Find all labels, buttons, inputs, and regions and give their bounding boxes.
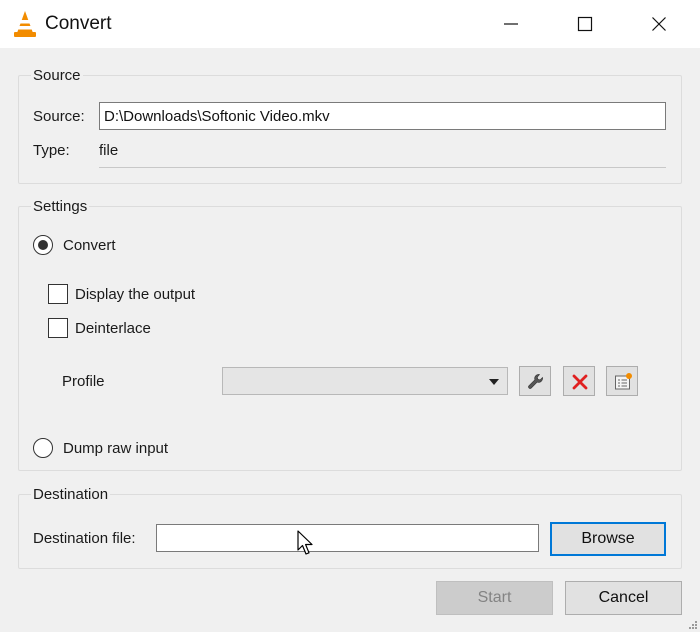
type-value: file xyxy=(99,142,119,159)
type-label: Type: xyxy=(33,142,70,159)
chevron-down-icon xyxy=(489,379,499,385)
new-profile-button[interactable] xyxy=(606,366,638,396)
settings-group-title: Settings xyxy=(31,198,90,215)
profile-dropdown[interactable] xyxy=(222,367,508,395)
resize-grip-icon[interactable] xyxy=(688,620,698,630)
profile-label: Profile xyxy=(62,373,105,390)
start-button[interactable]: Start xyxy=(436,581,553,615)
new-profile-icon xyxy=(615,373,632,390)
source-input[interactable] xyxy=(99,102,666,130)
deinterlace-label: Deinterlace xyxy=(75,320,151,337)
maximize-icon xyxy=(577,16,593,32)
destination-group-title: Destination xyxy=(31,486,111,503)
source-group: Source Source: Type: file xyxy=(18,67,682,184)
convert-radio[interactable] xyxy=(33,235,53,255)
deinterlace-checkbox[interactable] xyxy=(48,318,68,338)
source-group-title: Source xyxy=(31,67,83,84)
wrench-icon xyxy=(528,374,543,389)
destination-group: Destination Destination file: Browse xyxy=(18,486,682,569)
convert-label: Convert xyxy=(63,237,116,254)
minimize-icon xyxy=(504,23,518,25)
close-icon xyxy=(652,17,666,31)
delete-profile-button[interactable] xyxy=(563,366,595,396)
source-label: Source: xyxy=(33,108,85,125)
delete-icon xyxy=(572,374,588,390)
edit-profile-button[interactable] xyxy=(519,366,551,396)
mouse-cursor-icon xyxy=(297,530,313,555)
source-divider xyxy=(99,167,666,168)
display-output-checkbox[interactable] xyxy=(48,284,68,304)
dump-raw-label: Dump raw input xyxy=(63,440,169,457)
minimize-button[interactable] xyxy=(488,0,534,48)
destination-file-label: Destination file: xyxy=(33,530,136,547)
browse-button[interactable]: Browse xyxy=(550,522,666,556)
title-bar: Convert xyxy=(0,0,700,48)
window-title: Convert xyxy=(45,13,112,34)
close-button[interactable] xyxy=(636,0,682,48)
destination-file-input[interactable] xyxy=(156,524,539,552)
vlc-cone-icon xyxy=(14,11,36,37)
maximize-button[interactable] xyxy=(562,0,608,48)
dump-raw-radio[interactable] xyxy=(33,438,53,458)
cancel-button[interactable]: Cancel xyxy=(565,581,682,615)
display-output-label: Display the output xyxy=(75,286,196,303)
settings-group: Settings Convert Display the output Dein… xyxy=(18,198,682,471)
